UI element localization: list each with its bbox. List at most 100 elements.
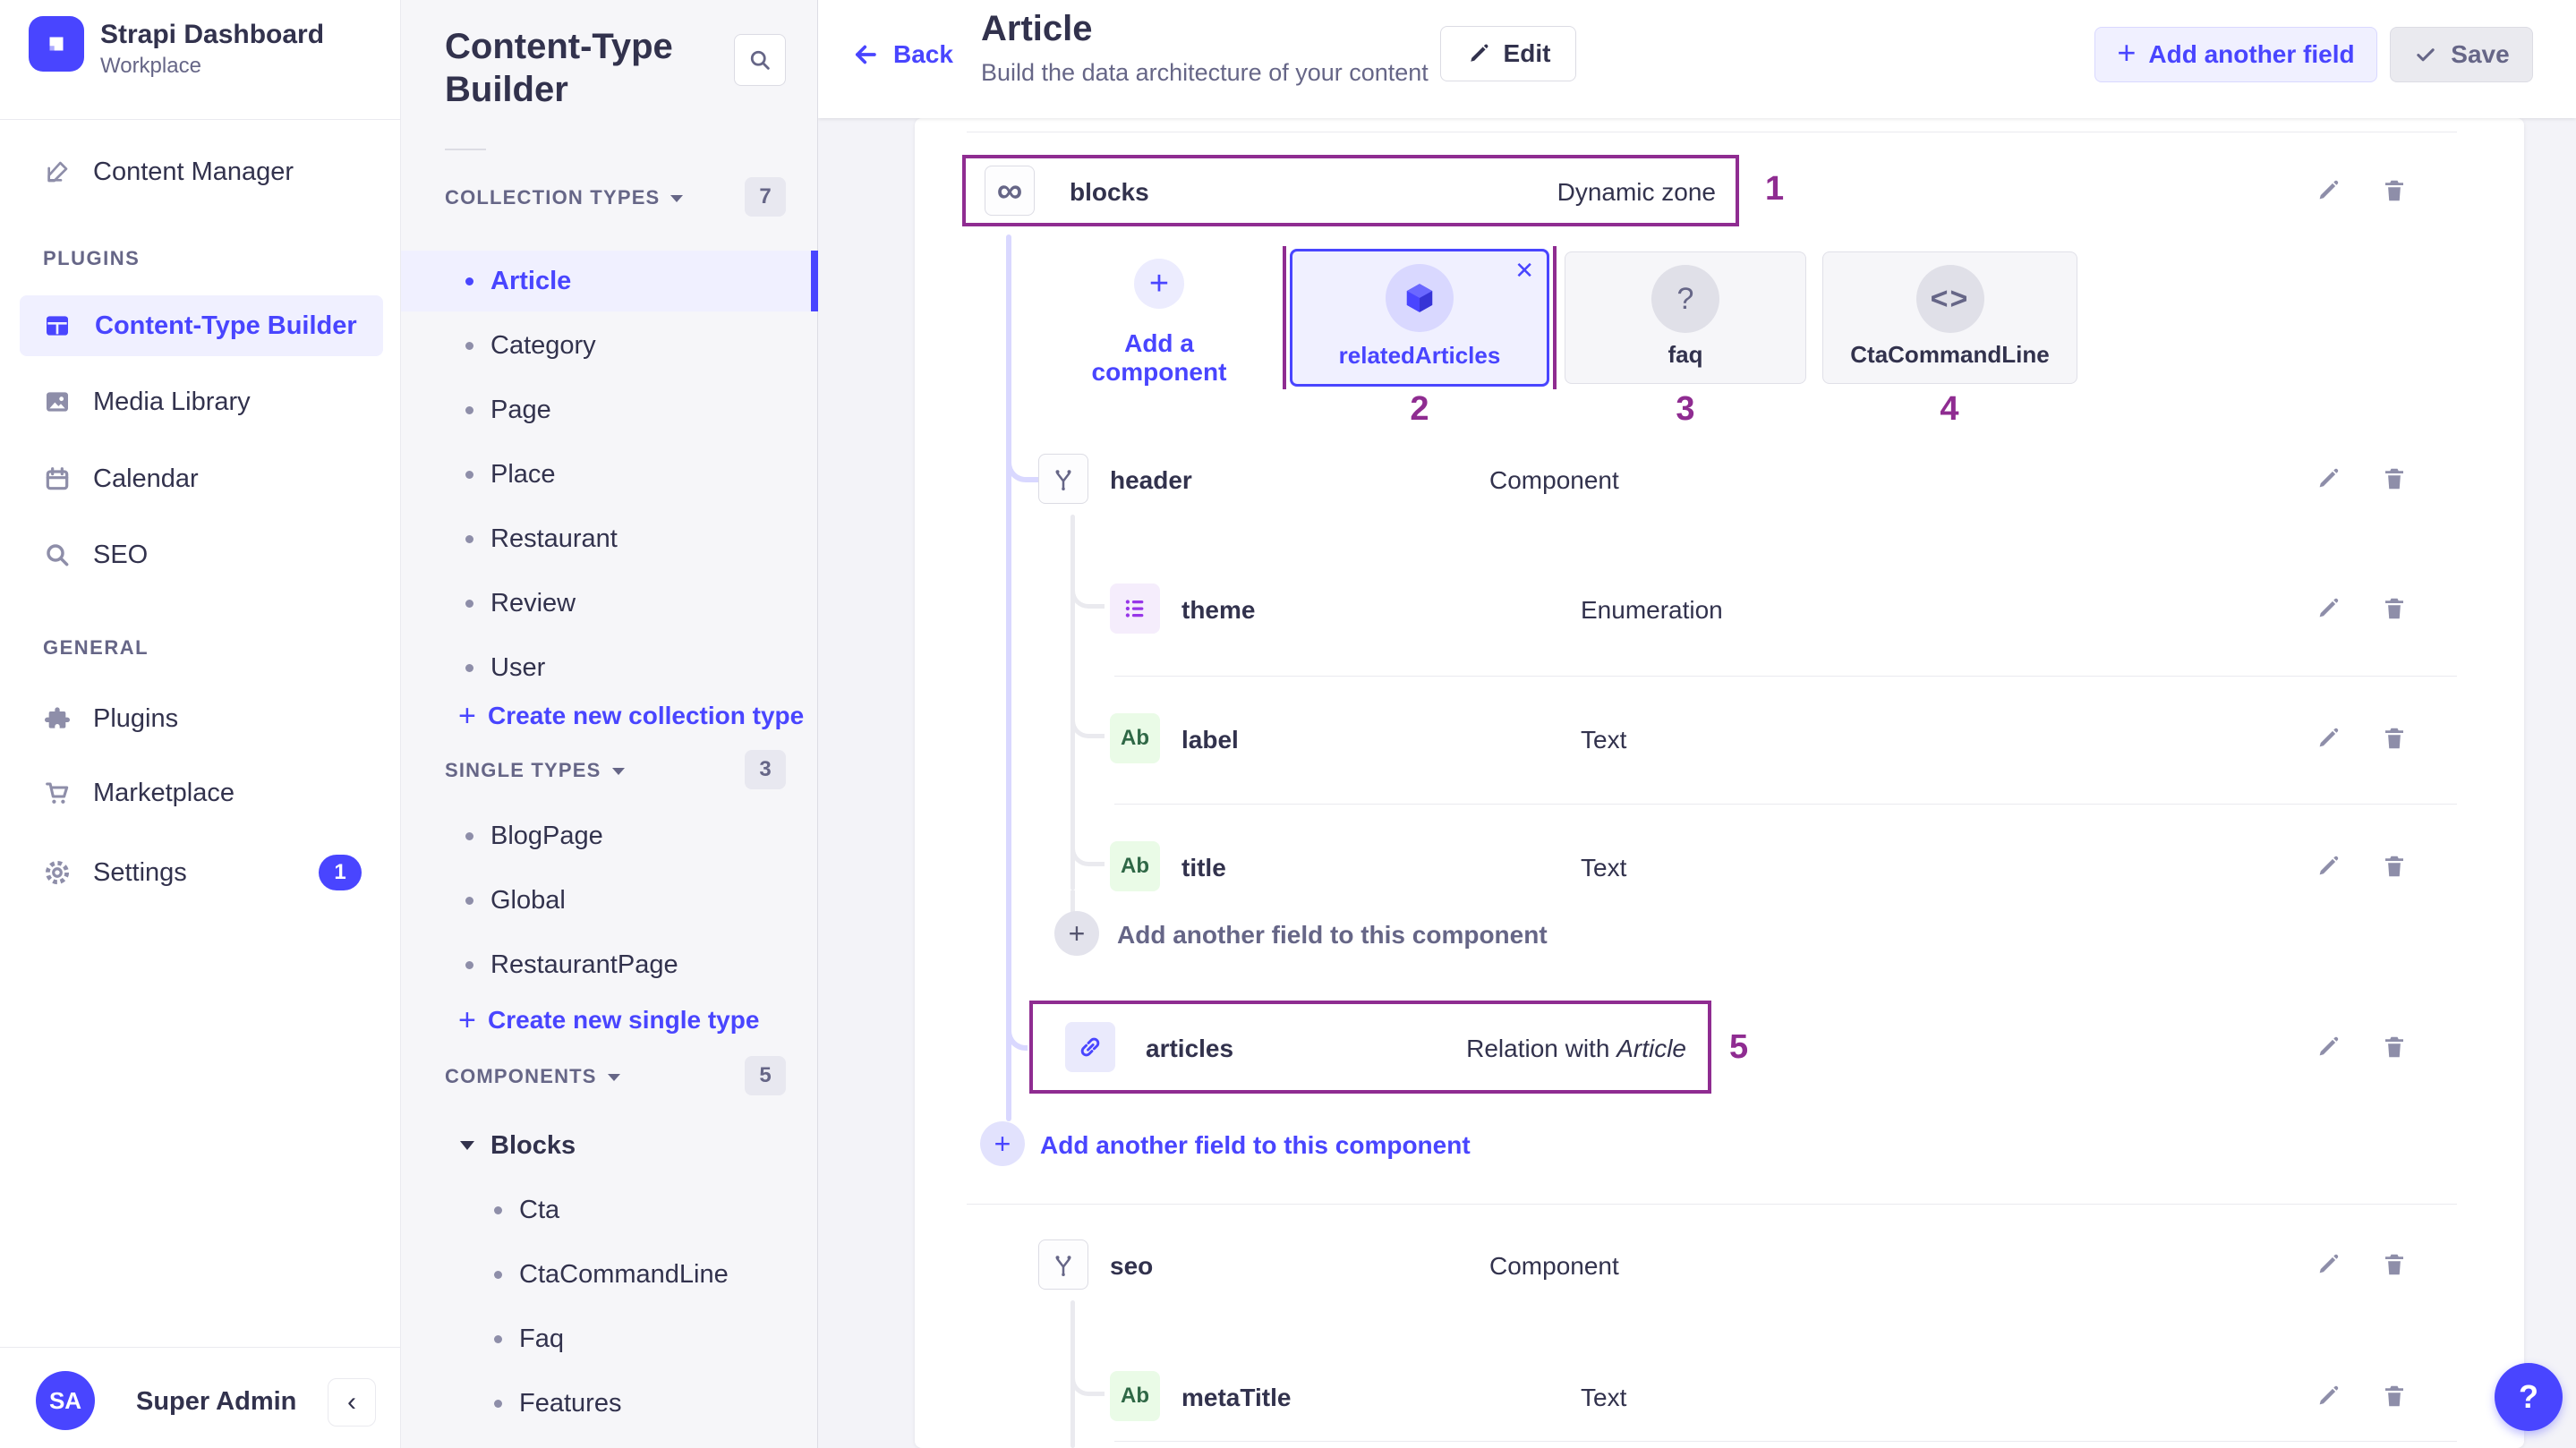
collection-types-header[interactable]: COLLECTION TYPES xyxy=(445,186,683,209)
collapse-sidebar-button[interactable]: ‹ xyxy=(328,1378,376,1427)
edit-icon[interactable] xyxy=(2315,1251,2341,1278)
edit-icon[interactable] xyxy=(2315,1383,2341,1410)
add-another-field-button[interactable]: + Add another field xyxy=(2094,27,2377,82)
search-button[interactable] xyxy=(734,34,786,86)
add-component-button[interactable]: + xyxy=(1134,259,1184,309)
dynamic-zone-icon: ∞ xyxy=(985,166,1035,216)
sidebar-item-blocks-folder[interactable]: Blocks xyxy=(401,1115,818,1176)
group-components: COMPONENTS 5 xyxy=(401,1056,818,1099)
divider xyxy=(0,1347,400,1348)
single-types-header[interactable]: SINGLE TYPES xyxy=(445,759,625,782)
sidebar-item-label: Calendar xyxy=(93,464,199,494)
delete-icon[interactable] xyxy=(2381,853,2408,880)
sidebar-item-review[interactable]: Review xyxy=(401,573,818,634)
sidebar-item-label: SEO xyxy=(93,541,148,570)
back-link[interactable]: Back xyxy=(850,39,953,70)
sidebar-item-seo[interactable]: SEO xyxy=(0,524,401,585)
chevron-down-icon xyxy=(670,195,683,202)
sidebar-item-media-library[interactable]: Media Library xyxy=(0,371,401,432)
annotation-box-articles: articles Relation with Article xyxy=(1029,1001,1711,1094)
delete-icon[interactable] xyxy=(2381,177,2408,204)
question-icon: ? xyxy=(2519,1378,2538,1416)
strapi-logo-icon[interactable] xyxy=(29,16,84,72)
create-collection-type-link[interactable]: + Create new collection type xyxy=(401,686,818,746)
sidebar-item-cta[interactable]: Cta xyxy=(401,1180,818,1240)
nav-section-general: GENERAL xyxy=(43,636,149,660)
sidebar-item-ctacommandline[interactable]: CtaCommandLine xyxy=(401,1244,818,1305)
bullet-icon xyxy=(494,1400,502,1408)
component-icon xyxy=(1038,1239,1088,1290)
search-icon xyxy=(747,47,772,72)
sidebar-item-plugins[interactable]: Plugins xyxy=(0,688,401,749)
sidebar-item-features[interactable]: Features xyxy=(401,1373,818,1434)
sidebar-item-page[interactable]: Page xyxy=(401,379,818,440)
avatar[interactable]: SA xyxy=(36,1371,95,1430)
add-field-outer-label[interactable]: Add another field to this component xyxy=(1040,1131,1471,1160)
delete-icon[interactable] xyxy=(2381,1034,2408,1060)
component-card-faq[interactable]: ? faq xyxy=(1565,251,1806,384)
sidebar-item-label: Media Library xyxy=(93,388,251,417)
create-single-type-link[interactable]: + Create new single type xyxy=(401,990,818,1051)
help-button[interactable]: ? xyxy=(2495,1363,2563,1431)
bullet-icon xyxy=(465,342,473,350)
sidebar-item-category[interactable]: Category xyxy=(401,315,818,376)
component-icon xyxy=(1038,454,1088,504)
edit-icon[interactable] xyxy=(2315,725,2341,752)
edit-icon[interactable] xyxy=(2315,465,2341,492)
sidebar-item-faq[interactable]: Faq xyxy=(401,1308,818,1369)
row-actions xyxy=(2315,595,2408,622)
sidebar-item-content-type-builder[interactable]: Content-Type Builder xyxy=(20,295,383,356)
sidebar-item-label: Plugins xyxy=(93,704,178,734)
field-name: seo xyxy=(1110,1252,1153,1281)
sidebar-item-article[interactable]: Article xyxy=(401,251,818,311)
edit-icon[interactable] xyxy=(2315,1034,2341,1060)
edit-button[interactable]: Edit xyxy=(1440,26,1576,81)
row-actions xyxy=(2315,853,2408,880)
calendar-icon xyxy=(43,464,72,493)
delete-icon[interactable] xyxy=(2381,595,2408,622)
delete-icon[interactable] xyxy=(2381,725,2408,752)
add-component-label[interactable]: Add a component xyxy=(1061,329,1258,387)
add-field-inner-label[interactable]: Add another field to this component xyxy=(1117,921,1548,950)
delete-icon[interactable] xyxy=(2381,465,2408,492)
save-button[interactable]: Save xyxy=(2390,27,2533,82)
sidebar-item-calendar[interactable]: Calendar xyxy=(0,448,401,509)
sidebar-item-content-manager[interactable]: Content Manager xyxy=(0,141,401,202)
sidebar-item-blogpage[interactable]: BlogPage xyxy=(401,805,818,866)
add-field-outer-button[interactable]: + xyxy=(980,1121,1025,1166)
bullet-icon xyxy=(465,897,473,905)
sidebar-item-global[interactable]: Global xyxy=(401,870,818,931)
field-name: label xyxy=(1181,726,1239,754)
page-subtitle: Build the data architecture of your cont… xyxy=(981,59,1429,87)
field-type: Enumeration xyxy=(1581,596,1723,625)
sidebar-item-marketplace[interactable]: Marketplace xyxy=(0,762,401,823)
sidebar-item-label: Marketplace xyxy=(93,779,235,808)
field-name: header xyxy=(1110,466,1192,495)
row-actions xyxy=(2315,177,2408,204)
workspace-name: Workplace xyxy=(100,54,201,79)
delete-icon[interactable] xyxy=(2381,1383,2408,1410)
bullet-icon xyxy=(465,961,473,969)
close-icon[interactable]: ✕ xyxy=(1514,257,1534,285)
content-type-builder-subnav: Content-Type Builder COLLECTION TYPES 7 … xyxy=(401,0,818,1448)
sidebar-item-settings[interactable]: Settings 1 xyxy=(0,842,401,903)
add-field-inner-button[interactable]: + xyxy=(1054,911,1099,956)
active-indicator xyxy=(811,251,818,311)
check-icon xyxy=(2413,42,2438,67)
app-title: Strapi Dashboard xyxy=(100,20,324,50)
row-actions xyxy=(2315,1383,2408,1410)
settings-badge: 1 xyxy=(319,855,362,890)
sidebar-item-label: Content-Type Builder xyxy=(95,311,357,341)
sidebar-item-restaurant[interactable]: Restaurant xyxy=(401,508,818,569)
sidebar-item-place[interactable]: Place xyxy=(401,444,818,505)
component-card-ctacommandline[interactable]: <> CtaCommandLine xyxy=(1822,251,2077,384)
sidebar-item-restaurantpage[interactable]: RestaurantPage xyxy=(401,934,818,995)
arrow-left-icon xyxy=(850,39,881,70)
delete-icon[interactable] xyxy=(2381,1251,2408,1278)
edit-icon[interactable] xyxy=(2315,177,2341,204)
collection-types-count: 7 xyxy=(745,177,786,217)
components-header[interactable]: COMPONENTS xyxy=(445,1065,620,1088)
component-card-relatedarticles[interactable]: ✕ relatedArticles xyxy=(1290,249,1549,387)
edit-icon[interactable] xyxy=(2315,853,2341,880)
edit-icon[interactable] xyxy=(2315,595,2341,622)
